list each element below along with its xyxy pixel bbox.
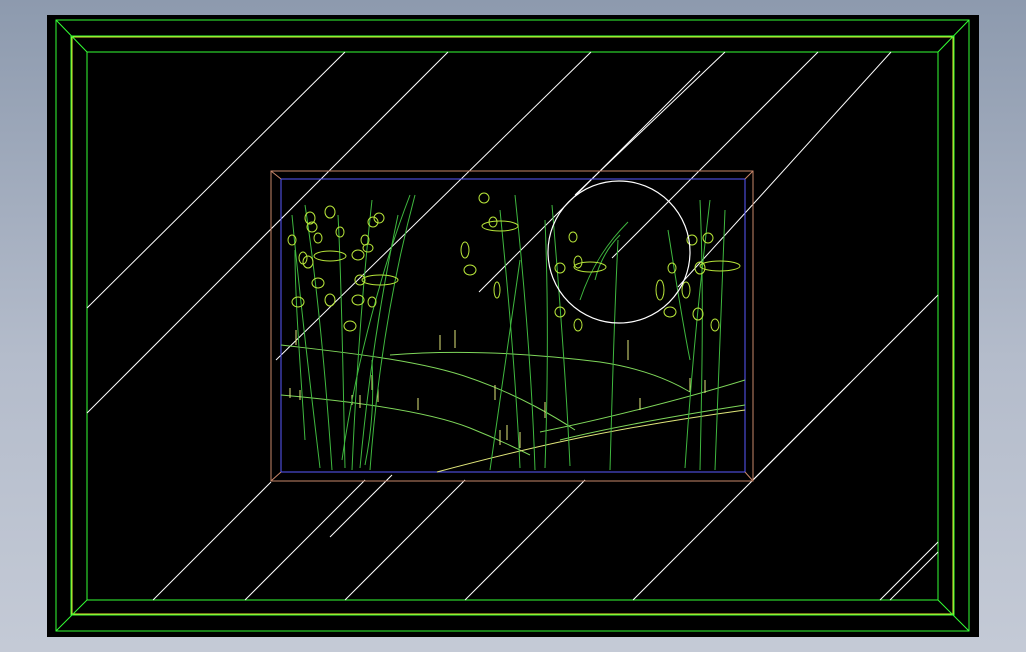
- frame-rect-2: [71, 36, 954, 615]
- bud-21: [481, 220, 519, 232]
- hill-curve-2: [389, 351, 691, 393]
- painting-mitre-br: [744, 471, 754, 482]
- bud-16: [324, 293, 336, 307]
- hatch-line-6: [677, 51, 892, 288]
- hatch-line-4: [574, 51, 726, 196]
- frame-rect-1: [70, 35, 955, 616]
- bud-41: [335, 226, 345, 238]
- painting-mitre-bl: [270, 471, 282, 482]
- reed-stem-15: [714, 209, 726, 471]
- bud-27: [573, 261, 607, 273]
- bud-2: [324, 205, 336, 219]
- bud-18: [343, 320, 357, 332]
- reed-stem-12: [609, 239, 619, 471]
- outer-frame: [55, 19, 970, 632]
- hatch-line-1: [86, 51, 449, 414]
- bud-43: [710, 318, 720, 332]
- frame-rect-3: [86, 51, 939, 601]
- bud-35: [663, 306, 677, 318]
- bud-14: [354, 274, 366, 286]
- bud-8: [362, 243, 374, 253]
- hatch-line-8: [244, 479, 366, 601]
- hatch-line-11: [464, 479, 586, 601]
- reed-stem-16: [667, 229, 691, 361]
- bud-39: [493, 281, 501, 299]
- hill-curve-1: [280, 394, 531, 456]
- hatch-line-15: [889, 551, 939, 601]
- hatch-line-2: [275, 51, 592, 361]
- reed-stem-4: [359, 214, 399, 469]
- painting-mitre-tr: [744, 170, 754, 180]
- reed-stem-14: [699, 199, 703, 471]
- reed-stem-1: [304, 204, 333, 471]
- bud-31: [702, 232, 714, 244]
- hatch-line-0: [86, 51, 346, 309]
- hatch-lines: [86, 51, 939, 601]
- hatch-line-14: [879, 541, 939, 601]
- reed-stem-5: [341, 194, 411, 461]
- bud-40: [302, 255, 314, 269]
- bud-25: [554, 262, 566, 274]
- painting-buds: [287, 192, 741, 332]
- bud-15: [291, 296, 305, 308]
- bud-34: [667, 262, 677, 274]
- painting-reeds: [291, 194, 726, 471]
- hatch-line-13: [752, 382, 851, 481]
- bud-13: [311, 277, 325, 289]
- cad-viewport[interactable]: [47, 15, 979, 637]
- bud-10: [313, 250, 347, 262]
- reed-stem-8: [499, 209, 521, 469]
- hill-curve-4: [436, 409, 746, 473]
- hatch-line-10: [344, 479, 466, 601]
- bud-33: [694, 261, 706, 275]
- bud-28: [573, 255, 583, 269]
- bud-32: [699, 260, 741, 272]
- hatch-line-5: [611, 51, 819, 259]
- hatch-line-7: [152, 481, 272, 601]
- bud-26: [568, 231, 578, 243]
- bud-37: [655, 279, 665, 301]
- bud-24: [460, 241, 470, 259]
- framed-painting-drawing: [55, 19, 970, 632]
- painting-mitre-tl: [270, 170, 282, 180]
- hill-curve-3: [539, 379, 746, 433]
- bud-38: [681, 281, 691, 299]
- reed-stem-17: [579, 221, 629, 301]
- frame-rect-0: [55, 19, 970, 632]
- bud-42: [573, 318, 583, 332]
- bud-23: [463, 264, 477, 276]
- bud-9: [351, 249, 365, 261]
- bud-20: [478, 192, 490, 204]
- bud-3: [313, 232, 323, 244]
